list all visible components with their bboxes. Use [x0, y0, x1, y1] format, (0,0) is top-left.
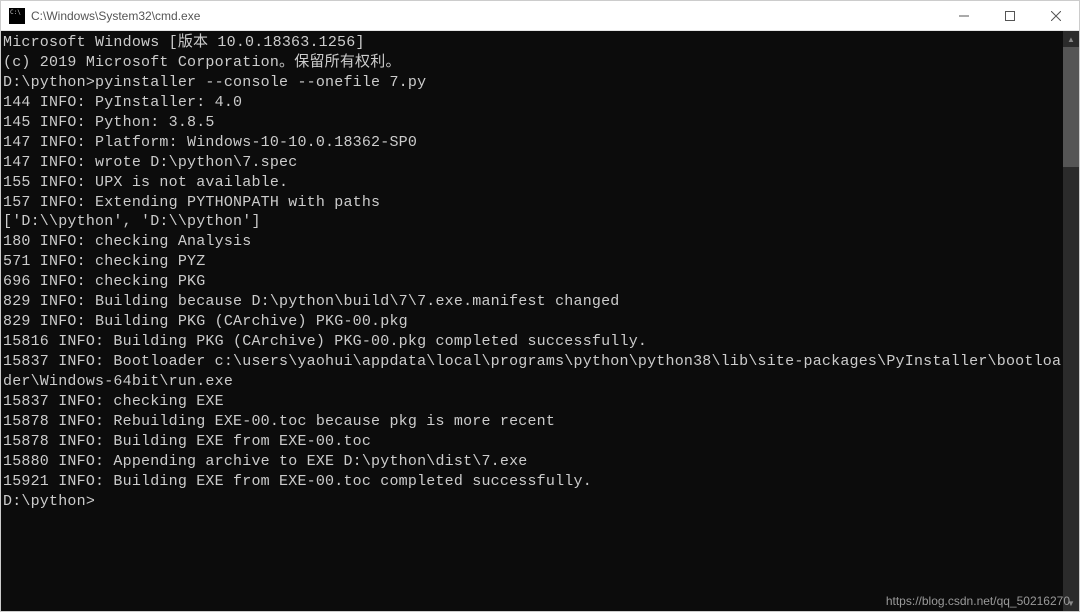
terminal-line: 155 INFO: UPX is not available. — [3, 173, 1063, 193]
terminal-line: 15880 INFO: Appending archive to EXE D:\… — [3, 452, 1063, 472]
terminal-area: Microsoft Windows [版本 10.0.18363.1256](c… — [1, 31, 1079, 611]
terminal-line: 145 INFO: Python: 3.8.5 — [3, 113, 1063, 133]
close-button[interactable] — [1033, 1, 1079, 30]
terminal-line: 696 INFO: checking PKG — [3, 272, 1063, 292]
terminal-line: 157 INFO: Extending PYTHONPATH with path… — [3, 193, 1063, 213]
watermark-text: https://blog.csdn.net/qq_50216270 — [886, 594, 1070, 608]
scrollbar-up-arrow[interactable]: ▲ — [1063, 31, 1079, 47]
terminal-output[interactable]: Microsoft Windows [版本 10.0.18363.1256](c… — [1, 31, 1063, 611]
cmd-icon — [9, 8, 25, 24]
minimize-button[interactable] — [941, 1, 987, 30]
window-title: C:\Windows\System32\cmd.exe — [31, 9, 941, 23]
terminal-line: 15816 INFO: Building PKG (CArchive) PKG-… — [3, 332, 1063, 352]
maximize-button[interactable] — [987, 1, 1033, 30]
terminal-line: ['D:\\python', 'D:\\python'] — [3, 212, 1063, 232]
minimize-icon — [959, 11, 969, 21]
close-icon — [1051, 11, 1061, 21]
terminal-line: 15878 INFO: Rebuilding EXE-00.toc becaus… — [3, 412, 1063, 432]
terminal-line: D:\python> — [3, 492, 1063, 512]
terminal-line: 829 INFO: Building PKG (CArchive) PKG-00… — [3, 312, 1063, 332]
scrollbar-thumb[interactable] — [1063, 47, 1079, 167]
terminal-line: 15921 INFO: Building EXE from EXE-00.toc… — [3, 472, 1063, 492]
terminal-line: 15837 INFO: checking EXE — [3, 392, 1063, 412]
terminal-line: 15837 INFO: Bootloader c:\users\yaohui\a… — [3, 352, 1063, 392]
terminal-line: 147 INFO: Platform: Windows-10-10.0.1836… — [3, 133, 1063, 153]
scrollbar[interactable]: ▲ ▼ — [1063, 31, 1079, 611]
terminal-line: 829 INFO: Building because D:\python\bui… — [3, 292, 1063, 312]
terminal-line: D:\python>pyinstaller --console --onefil… — [3, 73, 1063, 93]
terminal-line: 144 INFO: PyInstaller: 4.0 — [3, 93, 1063, 113]
terminal-line: 15878 INFO: Building EXE from EXE-00.toc — [3, 432, 1063, 452]
window-frame: C:\Windows\System32\cmd.exe Microsoft Wi… — [0, 0, 1080, 612]
terminal-line: 571 INFO: checking PYZ — [3, 252, 1063, 272]
titlebar[interactable]: C:\Windows\System32\cmd.exe — [1, 1, 1079, 31]
terminal-line: Microsoft Windows [版本 10.0.18363.1256] — [3, 33, 1063, 53]
terminal-line: (c) 2019 Microsoft Corporation。保留所有权利。 — [3, 53, 1063, 73]
window-controls — [941, 1, 1079, 30]
maximize-icon — [1005, 11, 1015, 21]
terminal-line: 147 INFO: wrote D:\python\7.spec — [3, 153, 1063, 173]
terminal-line: 180 INFO: checking Analysis — [3, 232, 1063, 252]
